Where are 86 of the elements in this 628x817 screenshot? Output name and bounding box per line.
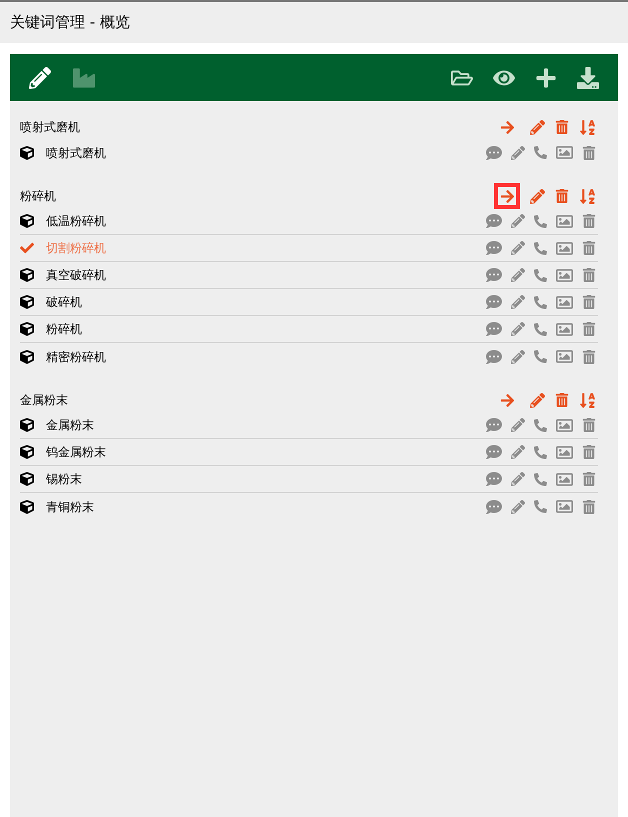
sort-icon[interactable] xyxy=(579,188,596,204)
keyword-label[interactable]: 青铜粉末 xyxy=(46,498,94,516)
comment-icon[interactable] xyxy=(486,240,502,256)
trash-icon[interactable] xyxy=(582,445,596,459)
edit-icon[interactable] xyxy=(511,350,525,364)
keyword-label[interactable]: 喷射式磨机 xyxy=(46,144,106,162)
trash-icon[interactable] xyxy=(582,146,596,160)
edit-icon[interactable] xyxy=(511,295,525,309)
edit-icon[interactable] xyxy=(511,241,525,255)
keyword-label[interactable]: 金属粉末 xyxy=(46,416,94,434)
sort-icon[interactable] xyxy=(579,118,596,136)
phone-icon[interactable] xyxy=(534,146,547,159)
trash-icon[interactable] xyxy=(582,322,596,336)
window-title: 关键词管理 - 概览 xyxy=(10,12,130,34)
phone-icon[interactable] xyxy=(534,214,547,228)
keyword-label[interactable]: 真空破碎机 xyxy=(46,266,106,284)
group-title: 金属粉末 xyxy=(20,392,68,409)
comment-icon[interactable] xyxy=(486,267,502,283)
image-icon[interactable] xyxy=(556,470,573,488)
image-icon[interactable] xyxy=(556,240,573,256)
keyword-label[interactable]: 精密粉碎机 xyxy=(46,348,106,366)
phone-icon[interactable] xyxy=(534,350,547,363)
image-icon[interactable] xyxy=(556,416,573,434)
trash-icon[interactable] xyxy=(555,189,569,203)
comment-icon[interactable] xyxy=(486,321,502,337)
edit-icon[interactable] xyxy=(511,445,525,459)
edit-icon[interactable] xyxy=(511,146,525,160)
image-icon[interactable] xyxy=(556,498,573,515)
trash-icon[interactable] xyxy=(555,120,569,134)
image-icon[interactable] xyxy=(556,212,573,230)
comment-icon[interactable] xyxy=(486,417,502,433)
keyword-label[interactable]: 低温粉碎机 xyxy=(46,212,106,230)
comment-icon[interactable] xyxy=(486,348,502,364)
phone-icon[interactable] xyxy=(534,242,547,254)
arrow-right-icon xyxy=(500,188,514,204)
plus-icon xyxy=(535,66,557,88)
trash-icon[interactable] xyxy=(582,350,596,364)
image-icon[interactable] xyxy=(556,444,573,460)
image-icon[interactable] xyxy=(556,320,573,338)
keyword-label[interactable]: 粉碎机 xyxy=(46,320,82,338)
trash-icon[interactable] xyxy=(582,295,596,309)
comment-icon[interactable] xyxy=(486,294,502,310)
pencil-icon xyxy=(29,66,51,88)
keyword-label[interactable]: 破碎机 xyxy=(46,293,82,311)
trash-icon[interactable] xyxy=(582,500,596,514)
image-icon[interactable] xyxy=(556,266,573,284)
edit-icon[interactable] xyxy=(530,392,545,408)
trash-icon[interactable] xyxy=(582,268,596,282)
edit-icon[interactable] xyxy=(511,418,525,432)
edit-icon[interactable] xyxy=(511,322,525,336)
keyword-label[interactable]: 钨金属粉末 xyxy=(46,443,106,461)
image-icon[interactable] xyxy=(556,348,573,365)
phone-icon[interactable] xyxy=(534,500,547,513)
edit-icon[interactable] xyxy=(511,214,525,228)
trash-icon[interactable] xyxy=(582,472,596,486)
phone-icon[interactable] xyxy=(534,472,547,486)
comment-icon[interactable] xyxy=(486,471,502,487)
phone-icon[interactable] xyxy=(534,322,547,336)
open-button[interactable] xyxy=(494,183,520,209)
edit-icon[interactable] xyxy=(530,120,545,134)
keyword-label[interactable]: 锡粉末 xyxy=(46,470,82,488)
group-title: 喷射式磨机 xyxy=(20,119,80,136)
edit-icon[interactable] xyxy=(511,472,525,486)
trash-icon[interactable] xyxy=(555,393,569,407)
phone-icon[interactable] xyxy=(534,446,547,458)
phone-icon[interactable] xyxy=(534,296,547,308)
image-icon[interactable] xyxy=(556,294,573,310)
factory-icon xyxy=(73,66,95,88)
comment-icon[interactable] xyxy=(486,213,502,229)
phone-icon[interactable] xyxy=(534,418,547,432)
edit-icon[interactable] xyxy=(530,188,545,204)
download-icon xyxy=(577,66,599,88)
edit-icon[interactable] xyxy=(511,268,525,282)
trash-icon[interactable] xyxy=(582,418,596,432)
arrow-right-icon xyxy=(500,392,514,408)
group-title: 粉碎机 xyxy=(20,188,56,205)
comment-icon[interactable] xyxy=(486,144,502,160)
sort-icon[interactable] xyxy=(579,392,596,408)
comment-icon[interactable] xyxy=(486,498,502,514)
edit-icon[interactable] xyxy=(511,500,525,514)
phone-icon[interactable] xyxy=(534,268,547,282)
trash-icon[interactable] xyxy=(582,241,596,255)
image-icon[interactable] xyxy=(556,144,573,161)
comment-icon[interactable] xyxy=(486,444,502,460)
arrow-right-icon xyxy=(500,120,514,134)
trash-icon[interactable] xyxy=(582,214,596,228)
